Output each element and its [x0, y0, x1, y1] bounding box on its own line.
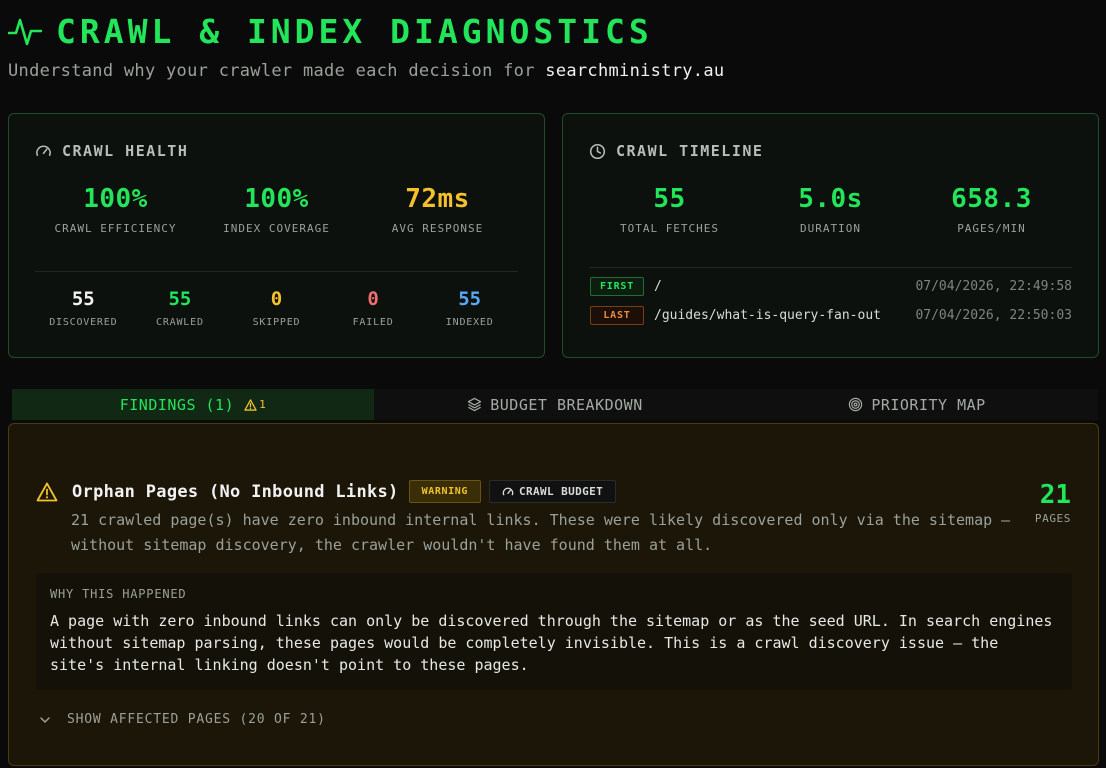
pulse-icon: [8, 18, 42, 46]
tab-label: PRIORITY MAP: [871, 395, 986, 414]
metric-duration: 5.0s DURATION: [750, 184, 911, 235]
finding-description: 21 crawled page(s) have zero inbound int…: [71, 511, 1011, 554]
fetch-timestamp: 07/04/2026, 22:49:58: [915, 278, 1072, 294]
findings-warning-badge: 1: [244, 398, 266, 411]
metric-total-fetches: 55 TOTAL FETCHES: [589, 184, 750, 235]
metric-label: PAGES/MIN: [957, 222, 1026, 235]
fetch-path: /: [654, 278, 662, 294]
metric-discovered: 55 DISCOVERED: [35, 288, 132, 328]
metric-indexed: 55 INDEXED: [421, 288, 518, 328]
diagnostics-tabs: FINDINGS (1) 1 BUDGET BREAKDOWN PRIORITY…: [12, 389, 1098, 420]
affected-count: 21 PAGES: [1035, 480, 1071, 525]
metric-crawl-efficiency: 100% CRAWL EFFICIENCY: [35, 184, 196, 235]
metric-failed: 0 FAILED: [325, 288, 422, 328]
metric-value: 100%: [83, 184, 148, 214]
show-pages-label: SHOW AFFECTED PAGES (20 OF 21): [67, 712, 326, 727]
crawl-health-card: CRAWL HEALTH 100% CRAWL EFFICIENCY 100% …: [8, 113, 545, 358]
tab-findings[interactable]: FINDINGS (1) 1: [12, 389, 374, 420]
metric-index-coverage: 100% INDEX COVERAGE: [196, 184, 357, 235]
metric-label: DURATION: [800, 222, 861, 235]
divider: [589, 267, 1072, 268]
warning-icon: [36, 482, 58, 501]
site-domain: searchministry.au: [545, 61, 725, 81]
metric-value: 658.3: [951, 184, 1032, 214]
metric-value: 55: [458, 288, 482, 310]
health-primary-metrics: 100% CRAWL EFFICIENCY 100% INDEX COVERAG…: [35, 184, 518, 235]
finding-header: Orphan Pages (No Inbound Links) WARNING …: [36, 480, 617, 503]
metric-label: AVG RESPONSE: [391, 222, 484, 235]
badge-count: 1: [259, 398, 267, 411]
gauge-icon: [502, 487, 514, 495]
metric-value: 5.0s: [798, 184, 863, 214]
tab-label: BUDGET BREAKDOWN: [490, 395, 643, 414]
metric-value: 55: [71, 288, 95, 310]
health-count-metrics: 55 DISCOVERED 55 CRAWLED 0 SKIPPED 0 FAI…: [35, 288, 518, 328]
crawl-timeline-title: CRAWL TIMELINE: [589, 142, 763, 160]
metric-value: 0: [270, 288, 283, 310]
crawl-timeline-card: CRAWL TIMELINE 55 TOTAL FETCHES 5.0s DUR…: [562, 113, 1099, 358]
gauge-icon: [36, 145, 51, 156]
category-label: CRAWL BUDGET: [518, 485, 604, 498]
metric-pages-per-min: 658.3 PAGES/MIN: [911, 184, 1072, 235]
metric-label: SKIPPED: [252, 317, 301, 328]
metric-crawled: 55 CRAWLED: [132, 288, 229, 328]
severity-badge: WARNING: [408, 480, 481, 503]
page-subtitle: Understand why your crawler made each de…: [8, 61, 1098, 81]
why-label: WHY THIS HAPPENED: [50, 587, 187, 601]
category-badge: CRAWL BUDGET: [488, 480, 617, 503]
metric-label: DISCOVERED: [49, 317, 118, 328]
metric-label: CRAWLED: [156, 317, 204, 328]
show-affected-pages-toggle[interactable]: SHOW AFFECTED PAGES (20 OF 21): [39, 712, 326, 727]
page-title: CRAWL & INDEX DIAGNOSTICS: [56, 11, 653, 51]
finding-card: Orphan Pages (No Inbound Links) WARNING …: [8, 423, 1099, 766]
why-text: A page with zero inbound links can only …: [50, 612, 1053, 674]
first-tag: FIRST: [590, 276, 644, 296]
metric-avg-response: 72ms AVG RESPONSE: [357, 184, 518, 235]
divider: [35, 271, 518, 272]
title-row: CRAWL & INDEX DIAGNOSTICS: [8, 10, 1098, 52]
fetch-path: /guides/what-is-query-fan-out: [654, 307, 881, 323]
fetch-timestamp: 07/04/2026, 22:50:03: [915, 307, 1072, 323]
metric-value: 72ms: [405, 184, 470, 214]
why-this-happened-box: WHY THIS HAPPENED A page with zero inbou…: [36, 573, 1072, 690]
metric-label: TOTAL FETCHES: [619, 222, 720, 235]
metric-value: 100%: [244, 184, 309, 214]
metric-value: 55: [168, 288, 192, 310]
metric-label: CRAWL EFFICIENCY: [54, 222, 177, 235]
metric-label: FAILED: [352, 317, 394, 328]
target-icon: [849, 397, 863, 412]
last-fetch-row: LAST /guides/what-is-query-fan-out 07/04…: [590, 305, 1072, 325]
count-label: PAGES: [1034, 512, 1071, 525]
first-fetch-row: FIRST / 07/04/2026, 22:49:58: [590, 276, 1072, 296]
tab-budget-breakdown[interactable]: BUDGET BREAKDOWN: [374, 389, 736, 420]
tab-priority-map[interactable]: PRIORITY MAP: [736, 389, 1098, 420]
tab-label: FINDINGS (1): [119, 395, 235, 414]
metric-label: INDEXED: [445, 317, 494, 328]
page-header: CRAWL & INDEX DIAGNOSTICS Understand why…: [8, 10, 1098, 81]
metric-label: INDEX COVERAGE: [223, 222, 330, 235]
layers-icon: [468, 397, 482, 412]
count-value: 21: [1039, 480, 1071, 510]
warning-icon: [244, 398, 257, 411]
crawl-timeline-label: CRAWL TIMELINE: [616, 142, 764, 160]
finding-title: Orphan Pages (No Inbound Links): [72, 481, 399, 502]
metric-value: 0: [367, 288, 379, 310]
timeline-metrics: 55 TOTAL FETCHES 5.0s DURATION 658.3 PAG…: [589, 184, 1072, 235]
clock-icon: [589, 143, 606, 159]
chevron-down-icon: [40, 716, 50, 723]
fetch-rows: FIRST / 07/04/2026, 22:49:58 LAST /guide…: [590, 276, 1072, 334]
crawl-health-label: CRAWL HEALTH: [62, 142, 189, 160]
last-tag: LAST: [590, 305, 644, 325]
metric-value: 55: [653, 184, 686, 214]
crawl-health-title: CRAWL HEALTH: [35, 142, 188, 160]
subtitle-text: Understand why your crawler made each de…: [8, 61, 535, 81]
metric-skipped: 0 SKIPPED: [228, 288, 325, 328]
